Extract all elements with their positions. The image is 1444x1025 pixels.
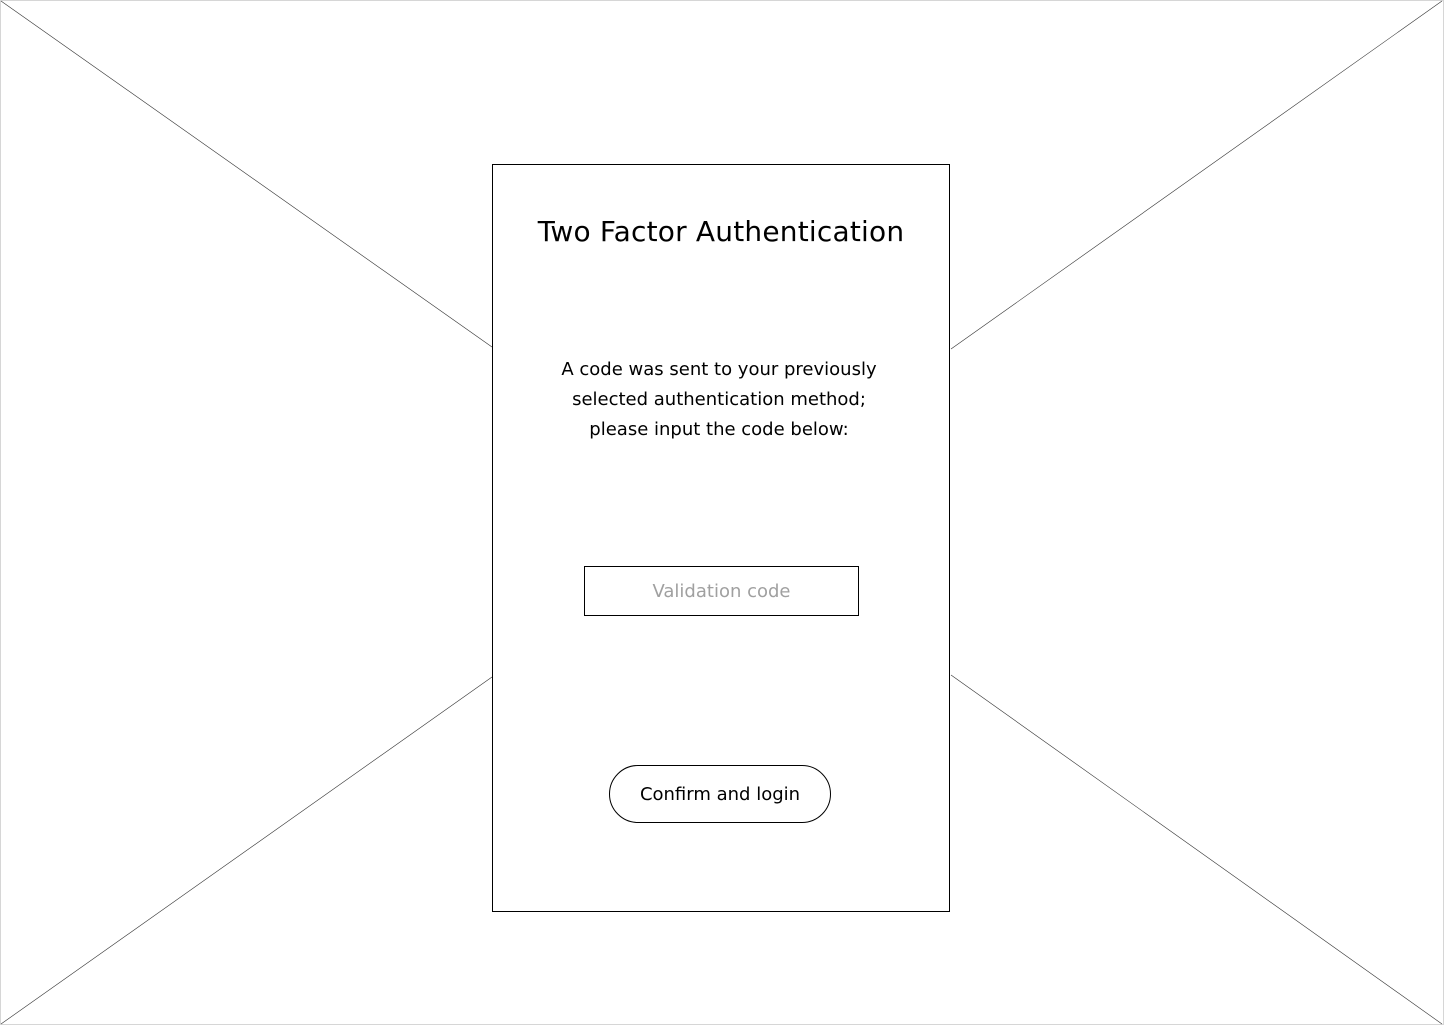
page-title: Two Factor Authentication — [537, 215, 905, 248]
cross-line-bottom-left — [0, 676, 493, 1025]
confirm-login-button[interactable]: Confirm and login — [609, 765, 831, 823]
validation-code-input[interactable] — [584, 566, 859, 616]
cross-line-top-right — [950, 0, 1443, 350]
two-factor-card: Two Factor Authentication A code was sen… — [492, 164, 950, 912]
instruction-text: A code was sent to your previously selec… — [561, 359, 877, 440]
cross-line-top-left — [0, 0, 493, 348]
cross-line-bottom-right — [950, 674, 1443, 1025]
